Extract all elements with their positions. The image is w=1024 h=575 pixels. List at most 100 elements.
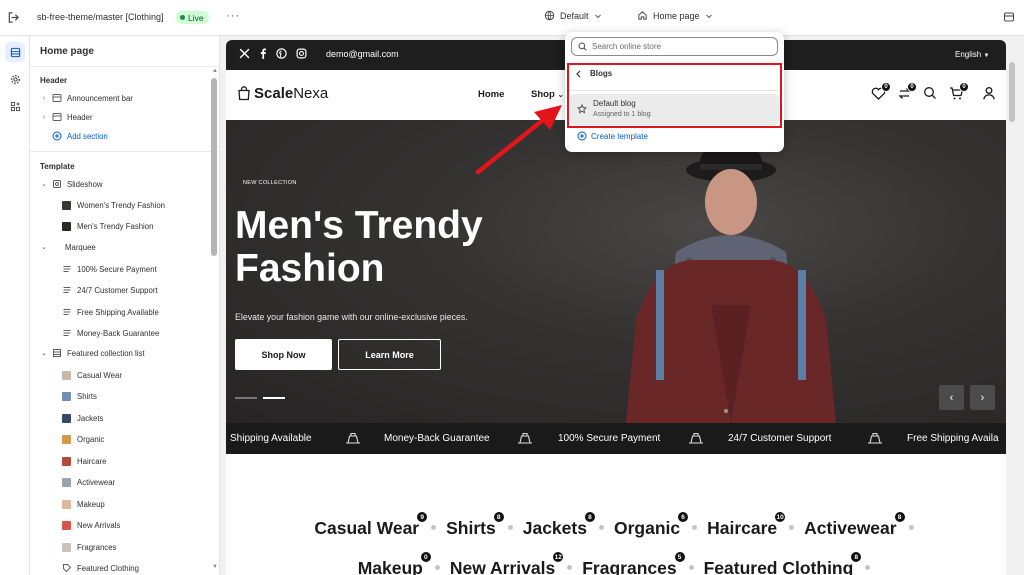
sidebar-item-marquee-text[interactable]: Free Shipping Available — [50, 303, 219, 321]
contact-email[interactable]: demo@gmail.com — [326, 49, 399, 59]
globe-icon — [544, 10, 555, 21]
sidebar-item-slideshow[interactable]: ⌄ Slideshow — [30, 175, 210, 193]
collection-count-badge: 6 — [677, 511, 690, 523]
collection-link-jackets[interactable]: Jackets 8 — [523, 511, 596, 539]
sidebar-item-announcement-bar[interactable]: › Announcement bar — [30, 89, 210, 107]
instagram-icon[interactable] — [296, 48, 307, 59]
sidebar-item-label: Header — [67, 112, 93, 122]
sidebar-item-label: Money-Back Guarantee — [77, 328, 160, 338]
sections-tab-icon[interactable] — [5, 42, 25, 62]
hero-kicker: NEW COLLECTION — [243, 180, 297, 186]
next-slide-button[interactable]: › — [970, 385, 995, 410]
sidebar-item-marquee-text[interactable]: 24/7 Customer Support — [50, 281, 219, 299]
collection-link-activewear[interactable]: Activewear 8 — [804, 511, 906, 539]
sidebar-item-collection[interactable]: Fragrances — [50, 538, 219, 556]
nav-shop[interactable]: Shop ⌄ — [531, 89, 564, 100]
search-field[interactable] — [571, 37, 778, 56]
apps-icon[interactable] — [5, 96, 25, 116]
shop-now-button[interactable]: Shop Now — [235, 339, 332, 370]
account-icon[interactable] — [982, 86, 996, 100]
chevron-right-icon[interactable]: › — [40, 95, 48, 102]
text-lines-icon — [62, 285, 72, 295]
create-template-button[interactable]: Create template — [577, 131, 648, 141]
learn-more-button[interactable]: Learn More — [338, 339, 441, 370]
sidebar-item-collection[interactable]: Shirts — [50, 387, 219, 405]
collection-name: Organic — [613, 518, 681, 538]
collection-list-row-1: Casual Wear 9 Shirts 8 Jackets 8 Organic 6 Hairc… — [226, 511, 1006, 539]
sidebar-item-header[interactable]: › Header — [30, 108, 210, 126]
chevron-down-icon — [594, 14, 601, 18]
slide-indicator-1[interactable] — [235, 397, 257, 399]
separator-dot — [434, 565, 440, 571]
chevron-right-icon[interactable]: › — [40, 114, 48, 121]
marquee-text: 100% Secure Payment — [558, 433, 661, 444]
search-icon[interactable] — [923, 86, 937, 100]
sidebar-item-marquee-text[interactable]: 100% Secure Payment — [50, 260, 219, 278]
facebook-icon[interactable] — [259, 48, 267, 59]
text-lines-icon — [62, 328, 72, 338]
cart-count-badge: 0 — [959, 82, 969, 92]
collection-link-new-arrivals[interactable]: New Arrivals 12 — [450, 551, 565, 575]
collection-link-featured-clothing[interactable]: Featured Clothing 8 — [703, 551, 863, 575]
collection-name: Featured Clothing — [703, 558, 854, 575]
sidebar-item-label: Marquee — [65, 242, 96, 252]
sidebar-item-collection[interactable]: Haircare — [50, 452, 219, 470]
settings-gear-icon[interactable] — [5, 69, 25, 89]
collection-link-casual-wear[interactable]: Casual Wear 9 — [314, 511, 429, 539]
sidebar-item-collection[interactable]: Casual Wear — [50, 366, 219, 384]
chevron-down-icon[interactable]: ⌄ — [40, 180, 48, 188]
sidebar-item-collection[interactable]: Organic — [50, 430, 219, 448]
collection-link-fragrances[interactable]: Fragrances 5 — [582, 551, 686, 575]
sidebar-item-label: Slideshow — [67, 179, 103, 189]
theme-selector[interactable]: Default — [544, 10, 602, 21]
store-settings-icon[interactable] — [1003, 11, 1015, 23]
hero-subtitle: Elevate your fashion game with our onlin… — [235, 312, 468, 322]
cart-icon[interactable]: 0 — [949, 82, 969, 101]
sidebar-item-collection[interactable]: Featured Clothing — [50, 559, 219, 575]
nav-home[interactable]: Home — [478, 89, 504, 100]
chevron-down-icon[interactable]: ⌄ — [40, 349, 48, 357]
sidebar-item-collection[interactable]: Makeup — [50, 495, 219, 513]
sidebar-item-collection[interactable]: Activewear — [50, 473, 219, 491]
text-lines-icon — [62, 307, 72, 317]
x-twitter-icon[interactable] — [239, 48, 250, 59]
preview-scrollbar[interactable] — [1009, 62, 1015, 122]
slide-indicator-2[interactable] — [263, 397, 285, 399]
collection-link-makeup[interactable]: Makeup 0 — [358, 551, 432, 575]
marquee-text: Free Shipping Availa — [907, 433, 999, 444]
more-actions-button[interactable]: ··· — [226, 11, 240, 22]
language-selector[interactable]: English ▼ — [955, 50, 989, 59]
exit-icon[interactable] — [7, 11, 20, 24]
sidebar-item-collection[interactable]: Jackets — [50, 409, 219, 427]
sidebar-item-marquee-text[interactable]: Money-Back Guarantee — [50, 324, 219, 342]
language-label: English — [955, 50, 982, 59]
collection-thumbnail — [62, 542, 71, 552]
collection-link-shirts[interactable]: Shirts 8 — [446, 511, 505, 539]
add-section-button[interactable]: Add section — [30, 127, 210, 145]
prev-slide-button[interactable]: ‹ — [939, 385, 964, 410]
scroll-down-icon[interactable]: ▼ — [212, 564, 218, 570]
sections-sidebar: Home page Header › Announcement bar › He… — [30, 36, 220, 575]
sidebar-item-featured-collection-list[interactable]: ⌄ Featured collection list — [30, 344, 210, 362]
page-selector[interactable]: Home page — [637, 10, 713, 21]
home-icon — [638, 11, 647, 20]
collection-link-haircare[interactable]: Haircare 10 — [707, 511, 787, 539]
collection-link-organic[interactable]: Organic 6 — [613, 511, 690, 539]
compare-icon[interactable]: 0 — [897, 82, 917, 101]
slide-dot[interactable] — [724, 409, 728, 413]
store-logo[interactable]: ScaleNexa — [237, 85, 328, 102]
pinterest-icon[interactable] — [276, 48, 287, 59]
sidebar-scrollbar[interactable] — [211, 78, 217, 256]
scroll-up-icon[interactable]: ▲ — [212, 68, 218, 74]
sidebar-item-collection[interactable]: New Arrivals — [50, 516, 219, 534]
sidebar-item-slide[interactable]: Men's Trendy Fashion — [50, 217, 219, 235]
separator-dot — [431, 525, 437, 531]
search-input[interactable] — [592, 42, 762, 51]
sidebar-item-label: Shirts — [77, 391, 97, 401]
wishlist-icon[interactable]: 0 — [871, 82, 891, 101]
top-bar: sb-free-theme/master [Clothing] Live ···… — [0, 0, 1024, 36]
chevron-down-icon[interactable]: ⌄ — [40, 243, 48, 251]
sidebar-item-marquee[interactable]: ⌄ Marquee — [30, 238, 210, 256]
sidebar-item-slide[interactable]: Women's Trendy Fashion — [50, 196, 219, 214]
collection-name: Casual Wear — [314, 518, 420, 538]
